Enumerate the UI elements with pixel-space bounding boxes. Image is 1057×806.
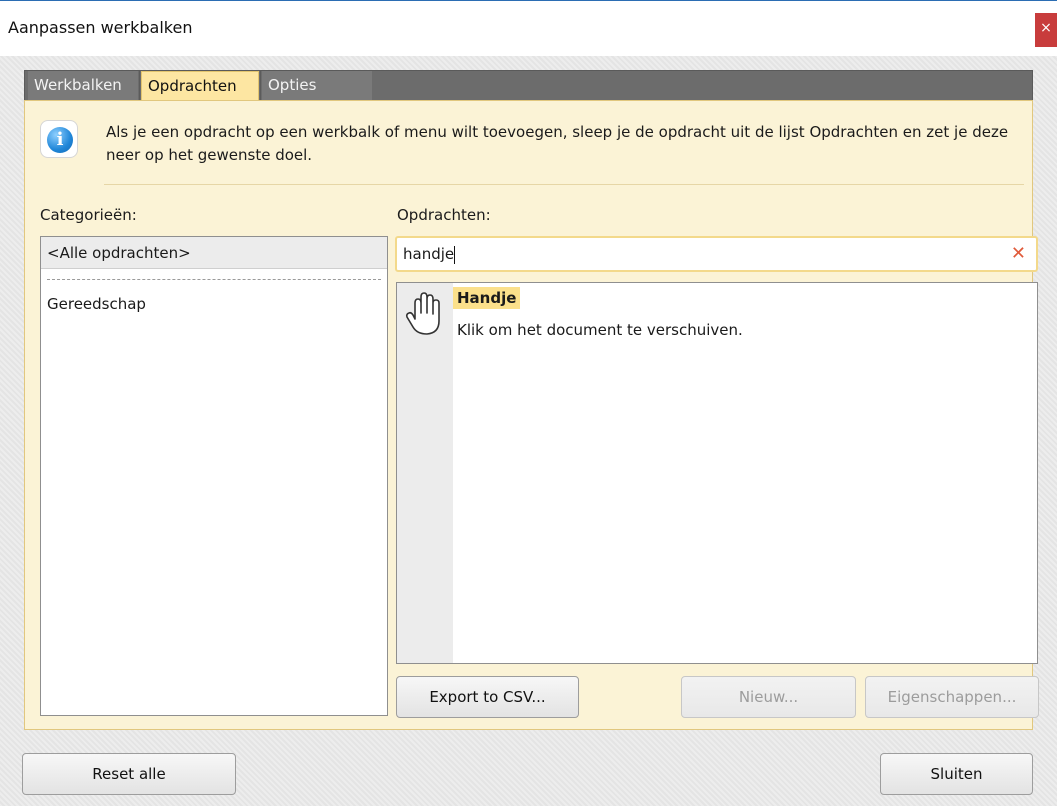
tab-separator	[139, 71, 140, 100]
icon-gutter	[397, 283, 453, 663]
new-button[interactable]: Nieuw...	[681, 676, 856, 718]
tab-opdrachten[interactable]: Opdrachten	[141, 71, 259, 101]
category-item-gereedschap[interactable]: Gereedschap	[47, 295, 146, 313]
commands-label: Opdrachten:	[397, 206, 491, 224]
clear-search-icon[interactable]: ✕	[1011, 238, 1026, 270]
commands-list[interactable]: Handje Klik om het document te verschuiv…	[396, 282, 1038, 664]
info-message: Als je een opdracht op een werkbalk of m…	[106, 123, 1009, 164]
reset-all-button[interactable]: Reset alle	[22, 753, 236, 795]
tab-opties[interactable]: Opties	[262, 71, 372, 100]
export-csv-button[interactable]: Export to CSV...	[396, 676, 579, 718]
category-all-commands[interactable]: <Alle opdrachten>	[41, 237, 387, 269]
text-caret	[454, 245, 456, 264]
close-window-button[interactable]: ×	[1035, 13, 1057, 47]
properties-button[interactable]: Eigenschappen...	[865, 676, 1039, 718]
categories-label: Categorieën:	[40, 206, 137, 224]
close-button[interactable]: Sluiten	[880, 753, 1033, 795]
search-value: handje	[403, 245, 455, 263]
command-description: Klik om het document te verschuiven.	[457, 321, 743, 339]
window-title: Aanpassen werkbalken	[8, 18, 193, 37]
info-glyph: i	[47, 127, 73, 153]
tab-werkbalken[interactable]: Werkbalken	[28, 71, 138, 100]
category-divider	[47, 279, 381, 280]
hand-icon	[405, 292, 440, 335]
divider	[104, 184, 1024, 185]
categories-list[interactable]: <Alle opdrachten> Gereedschap	[40, 236, 388, 716]
command-search-input[interactable]: handje ✕	[395, 236, 1038, 272]
title-bar: Aanpassen werkbalken ×	[0, 0, 1057, 56]
info-icon: i	[40, 120, 78, 158]
tab-separator	[260, 71, 261, 100]
command-title[interactable]: Handje	[453, 287, 521, 309]
